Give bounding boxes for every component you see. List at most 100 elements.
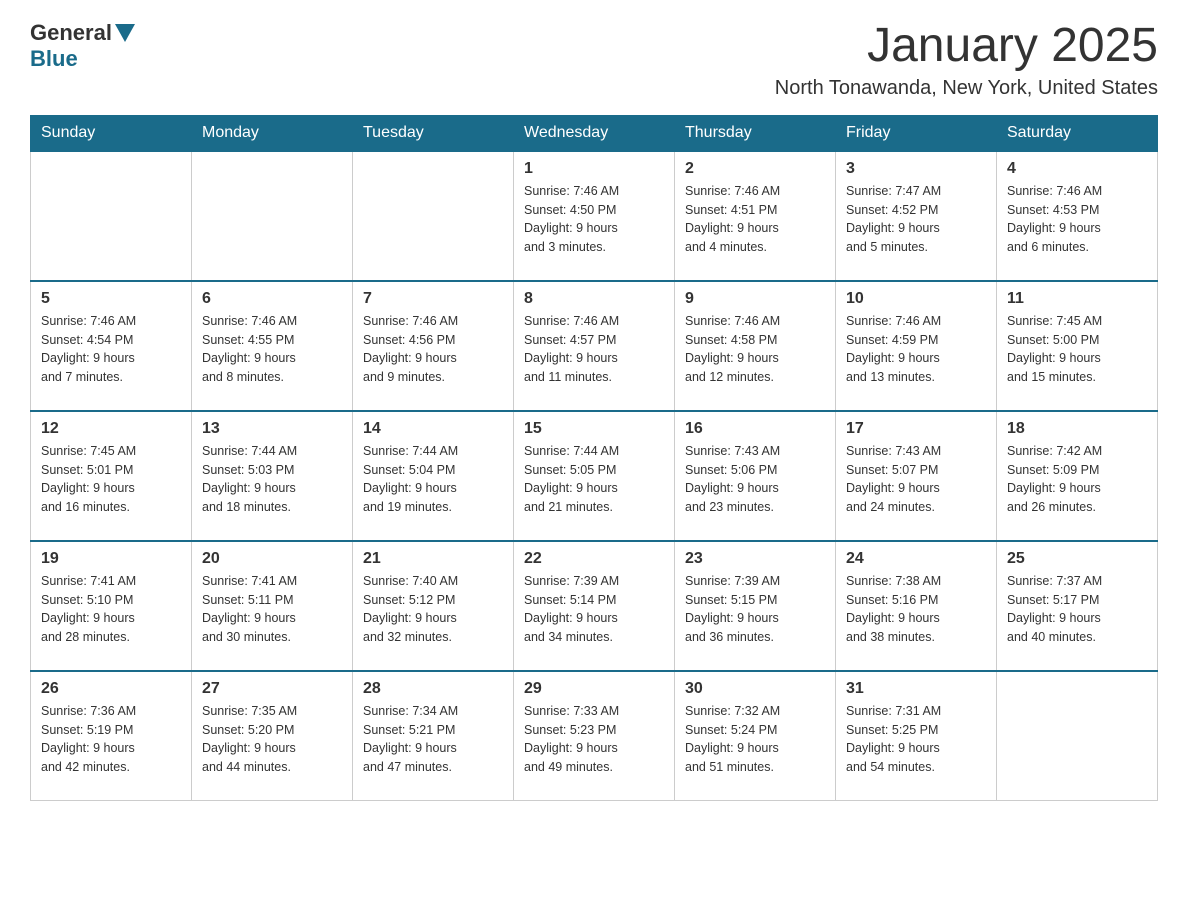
day-number: 18 xyxy=(1007,420,1147,438)
calendar-cell: 8Sunrise: 7:46 AM Sunset: 4:57 PM Daylig… xyxy=(514,281,675,411)
day-number: 29 xyxy=(524,680,664,698)
calendar-cell: 16 Sunrise: 7:43 AM Sunset: 5:06 PM Dayli… xyxy=(675,411,836,541)
calendar-cell: 21 Sunrise: 7:40 AM Sunset: 5:12 PM Dayli… xyxy=(353,541,514,671)
day-info: Sunrise: 7:46 AM Sunset: 4:56 PM Dayligh… xyxy=(363,312,503,387)
day-number: 23 xyxy=(685,550,825,568)
day-info: Sunrise: 7:43 AM Sunset: 5:07 PM Dayligh… xyxy=(846,442,986,517)
day-number: 21 xyxy=(363,550,503,568)
logo: General Blue xyxy=(30,20,138,72)
day-info: Sunrise: 7:35 AM Sunset: 5:20 PM Dayligh… xyxy=(202,702,342,777)
day-info: Sunrise: 7:44 AM Sunset: 5:04 PM Dayligh… xyxy=(363,442,503,517)
day-info: Sunrise: 7:31 AM Sunset: 5:25 PM Dayligh… xyxy=(846,702,986,777)
calendar-header-monday: Monday xyxy=(192,115,353,151)
calendar-cell: 12 Sunrise: 7:45 AM Sunset: 5:01 PM Dayli… xyxy=(31,411,192,541)
calendar-cell xyxy=(997,671,1158,801)
calendar-cell: 29Sunrise: 7:33 AM Sunset: 5:23 PM Dayli… xyxy=(514,671,675,801)
day-number: 8 xyxy=(524,290,664,308)
calendar-cell: 31 Sunrise: 7:31 AM Sunset: 5:25 PM Dayli… xyxy=(836,671,997,801)
calendar-cell: 27 Sunrise: 7:35 AM Sunset: 5:20 PM Dayli… xyxy=(192,671,353,801)
day-info: Sunrise: 7:44 AM Sunset: 5:05 PM Dayligh… xyxy=(524,442,664,517)
calendar-cell: 30 Sunrise: 7:32 AM Sunset: 5:24 PM Dayli… xyxy=(675,671,836,801)
day-info: Sunrise: 7:46 AM Sunset: 4:50 PM Dayligh… xyxy=(524,182,664,257)
day-number: 24 xyxy=(846,550,986,568)
day-number: 6 xyxy=(202,290,342,308)
calendar-cell: 4 Sunrise: 7:46 AM Sunset: 4:53 PM Daylig… xyxy=(997,151,1158,281)
day-info: Sunrise: 7:39 AM Sunset: 5:14 PM Dayligh… xyxy=(524,572,664,647)
calendar-cell: 23 Sunrise: 7:39 AM Sunset: 5:15 PM Dayli… xyxy=(675,541,836,671)
calendar-week-row: 19 Sunrise: 7:41 AM Sunset: 5:10 PM Dayli… xyxy=(31,541,1158,671)
day-info: Sunrise: 7:40 AM Sunset: 5:12 PM Dayligh… xyxy=(363,572,503,647)
day-info: Sunrise: 7:38 AM Sunset: 5:16 PM Dayligh… xyxy=(846,572,986,647)
calendar-header-row: SundayMondayTuesdayWednesdayThursdayFrid… xyxy=(31,115,1158,151)
day-number: 25 xyxy=(1007,550,1147,568)
day-number: 13 xyxy=(202,420,342,438)
day-info: Sunrise: 7:46 AM Sunset: 4:55 PM Dayligh… xyxy=(202,312,342,387)
day-number: 7 xyxy=(363,290,503,308)
day-info: Sunrise: 7:37 AM Sunset: 5:17 PM Dayligh… xyxy=(1007,572,1147,647)
calendar-cell: 18 Sunrise: 7:42 AM Sunset: 5:09 PM Dayli… xyxy=(997,411,1158,541)
calendar-header-thursday: Thursday xyxy=(675,115,836,151)
day-number: 10 xyxy=(846,290,986,308)
calendar-header-sunday: Sunday xyxy=(31,115,192,151)
calendar-cell: 19 Sunrise: 7:41 AM Sunset: 5:10 PM Dayli… xyxy=(31,541,192,671)
day-number: 16 xyxy=(685,420,825,438)
calendar-header-saturday: Saturday xyxy=(997,115,1158,151)
day-info: Sunrise: 7:45 AM Sunset: 5:01 PM Dayligh… xyxy=(41,442,181,517)
logo-general-text: General xyxy=(30,20,112,46)
calendar-week-row: 12 Sunrise: 7:45 AM Sunset: 5:01 PM Dayli… xyxy=(31,411,1158,541)
calendar-cell: 22 Sunrise: 7:39 AM Sunset: 5:14 PM Dayli… xyxy=(514,541,675,671)
page-header: General Blue January 2025 North Tonawand… xyxy=(30,20,1158,100)
calendar-cell: 11Sunrise: 7:45 AM Sunset: 5:00 PM Dayli… xyxy=(997,281,1158,411)
month-title: January 2025 xyxy=(775,20,1158,73)
title-section: January 2025 North Tonawanda, New York, … xyxy=(775,20,1158,100)
day-number: 22 xyxy=(524,550,664,568)
calendar-week-row: 5Sunrise: 7:46 AM Sunset: 4:54 PM Daylig… xyxy=(31,281,1158,411)
calendar-table: SundayMondayTuesdayWednesdayThursdayFrid… xyxy=(30,115,1158,802)
calendar-cell: 20Sunrise: 7:41 AM Sunset: 5:11 PM Dayli… xyxy=(192,541,353,671)
calendar-cell: 24 Sunrise: 7:38 AM Sunset: 5:16 PM Dayli… xyxy=(836,541,997,671)
day-number: 31 xyxy=(846,680,986,698)
logo-blue-text: Blue xyxy=(30,46,78,72)
day-number: 27 xyxy=(202,680,342,698)
day-info: Sunrise: 7:39 AM Sunset: 5:15 PM Dayligh… xyxy=(685,572,825,647)
calendar-cell: 7 Sunrise: 7:46 AM Sunset: 4:56 PM Daylig… xyxy=(353,281,514,411)
calendar-cell: 3Sunrise: 7:47 AM Sunset: 4:52 PM Daylig… xyxy=(836,151,997,281)
calendar-cell: 28Sunrise: 7:34 AM Sunset: 5:21 PM Dayli… xyxy=(353,671,514,801)
day-number: 28 xyxy=(363,680,503,698)
calendar-week-row: 1 Sunrise: 7:46 AM Sunset: 4:50 PM Daylig… xyxy=(31,151,1158,281)
calendar-cell: 1 Sunrise: 7:46 AM Sunset: 4:50 PM Daylig… xyxy=(514,151,675,281)
day-info: Sunrise: 7:36 AM Sunset: 5:19 PM Dayligh… xyxy=(41,702,181,777)
day-number: 11 xyxy=(1007,290,1147,308)
day-number: 30 xyxy=(685,680,825,698)
day-info: Sunrise: 7:46 AM Sunset: 4:58 PM Dayligh… xyxy=(685,312,825,387)
day-number: 20 xyxy=(202,550,342,568)
day-number: 3 xyxy=(846,160,986,178)
calendar-cell: 2 Sunrise: 7:46 AM Sunset: 4:51 PM Daylig… xyxy=(675,151,836,281)
day-number: 9 xyxy=(685,290,825,308)
calendar-cell: 17 Sunrise: 7:43 AM Sunset: 5:07 PM Dayli… xyxy=(836,411,997,541)
day-info: Sunrise: 7:41 AM Sunset: 5:10 PM Dayligh… xyxy=(41,572,181,647)
day-info: Sunrise: 7:32 AM Sunset: 5:24 PM Dayligh… xyxy=(685,702,825,777)
day-info: Sunrise: 7:46 AM Sunset: 4:53 PM Dayligh… xyxy=(1007,182,1147,257)
day-number: 4 xyxy=(1007,160,1147,178)
day-info: Sunrise: 7:42 AM Sunset: 5:09 PM Dayligh… xyxy=(1007,442,1147,517)
calendar-cell: 25 Sunrise: 7:37 AM Sunset: 5:17 PM Dayli… xyxy=(997,541,1158,671)
calendar-cell xyxy=(31,151,192,281)
day-number: 1 xyxy=(524,160,664,178)
calendar-cell xyxy=(353,151,514,281)
day-number: 15 xyxy=(524,420,664,438)
day-number: 5 xyxy=(41,290,181,308)
calendar-cell: 14Sunrise: 7:44 AM Sunset: 5:04 PM Dayli… xyxy=(353,411,514,541)
day-number: 2 xyxy=(685,160,825,178)
calendar-cell: 9 Sunrise: 7:46 AM Sunset: 4:58 PM Daylig… xyxy=(675,281,836,411)
day-info: Sunrise: 7:43 AM Sunset: 5:06 PM Dayligh… xyxy=(685,442,825,517)
day-info: Sunrise: 7:44 AM Sunset: 5:03 PM Dayligh… xyxy=(202,442,342,517)
location-title: North Tonawanda, New York, United States xyxy=(775,77,1158,100)
calendar-cell: 15 Sunrise: 7:44 AM Sunset: 5:05 PM Dayli… xyxy=(514,411,675,541)
calendar-cell: 10Sunrise: 7:46 AM Sunset: 4:59 PM Dayli… xyxy=(836,281,997,411)
calendar-cell: 5Sunrise: 7:46 AM Sunset: 4:54 PM Daylig… xyxy=(31,281,192,411)
day-number: 12 xyxy=(41,420,181,438)
day-info: Sunrise: 7:46 AM Sunset: 4:51 PM Dayligh… xyxy=(685,182,825,257)
day-number: 19 xyxy=(41,550,181,568)
day-number: 17 xyxy=(846,420,986,438)
